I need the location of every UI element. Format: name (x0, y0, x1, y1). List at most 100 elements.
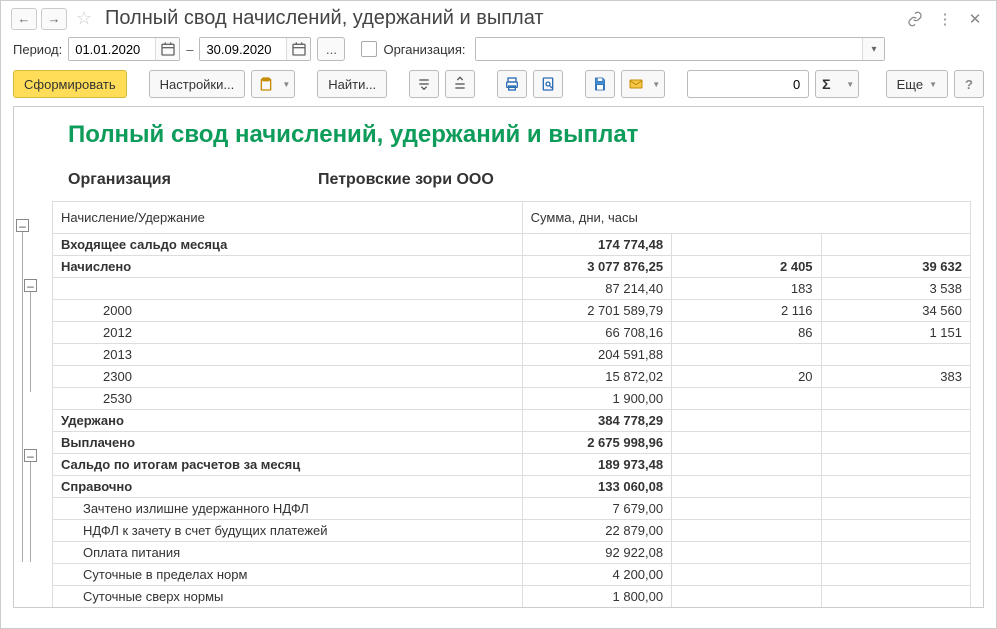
close-icon[interactable]: ✕ (964, 8, 986, 30)
date-from-calendar-button[interactable] (155, 38, 179, 60)
more-button-label: Еще (897, 77, 923, 92)
table-row[interactable]: 25301 900,00 (53, 388, 971, 410)
date-from-input[interactable] (69, 38, 155, 60)
row-value-3 (821, 234, 970, 256)
table-row[interactable]: Оплата питания92 922,08 (53, 542, 971, 564)
row-value-1: 4 200,00 (522, 564, 671, 586)
org-filter-checkbox[interactable] (361, 41, 377, 57)
row-value-2 (672, 388, 821, 410)
org-select-input[interactable] (476, 38, 862, 60)
period-picker-button[interactable]: ... (317, 37, 345, 61)
row-label: Справочно (53, 476, 523, 498)
column-header-name: Начисление/Удержание (53, 202, 523, 234)
row-value-3: 1 151 (821, 322, 970, 344)
row-value-2 (672, 410, 821, 432)
row-label: Выплачено (53, 432, 523, 454)
row-value-1: 2 675 998,96 (522, 432, 671, 454)
settings-button[interactable]: Настройки... (149, 70, 246, 98)
row-label: Зачтено излишне удержанного НДФЛ (53, 498, 523, 520)
print-button[interactable] (497, 70, 527, 98)
generate-button[interactable]: Сформировать (13, 70, 127, 98)
row-value-2 (672, 344, 821, 366)
row-label: 2000 (53, 300, 523, 322)
date-to-input-wrap (199, 37, 311, 61)
table-row[interactable]: Зачтено излишне удержанного НДФЛ7 679,00 (53, 498, 971, 520)
nav-forward-button[interactable]: → (41, 8, 67, 30)
column-header-sum: Сумма, дни, часы (522, 202, 970, 234)
row-value-3: 383 (821, 366, 970, 388)
table-row[interactable]: Суточные сверх нормы1 800,00 (53, 586, 971, 608)
row-value-2 (672, 234, 821, 256)
number-input[interactable] (688, 77, 808, 92)
row-value-2: 2 116 (672, 300, 821, 322)
row-value-1: 384 778,29 (522, 410, 671, 432)
paste-icon (258, 76, 274, 92)
org-select-dropdown-button[interactable]: ▾ (862, 38, 884, 60)
more-menu-icon[interactable]: ⋮ (934, 8, 956, 30)
favorite-star-icon[interactable]: ☆ (71, 8, 97, 30)
row-value-3 (821, 564, 970, 586)
collapse-toggle[interactable]: – (24, 279, 37, 292)
table-row[interactable]: Суточные в пределах норм4 200,00 (53, 564, 971, 586)
row-label: Суточные в пределах норм (53, 564, 523, 586)
sigma-icon: Σ (822, 76, 830, 92)
table-row[interactable]: 2013204 591,88 (53, 344, 971, 366)
table-row[interactable]: Справочно133 060,08 (53, 476, 971, 498)
table-row[interactable]: Входящее сальдо месяца174 774,48 (53, 234, 971, 256)
more-button[interactable]: Еще ▼ (886, 70, 948, 98)
row-value-3 (821, 432, 970, 454)
row-label: 2300 (53, 366, 523, 388)
row-value-2: 2 405 (672, 256, 821, 278)
report-area: Полный свод начислений, удержаний и выпл… (13, 106, 984, 608)
collapse-toggle[interactable]: – (24, 449, 37, 462)
row-value-3 (821, 388, 970, 410)
link-icon[interactable] (904, 8, 926, 30)
print-icon (504, 76, 520, 92)
row-value-2: 86 (672, 322, 821, 344)
table-row[interactable]: 87 214,401833 538 (53, 278, 971, 300)
page-title: Полный свод начислений, удержаний и выпл… (101, 7, 900, 30)
expand-rows-button[interactable] (409, 70, 439, 98)
row-value-3 (821, 454, 970, 476)
table-row[interactable]: Выплачено2 675 998,96 (53, 432, 971, 454)
row-value-1: 87 214,40 (522, 278, 671, 300)
row-value-1: 7 679,00 (522, 498, 671, 520)
org-label: Организация: (383, 42, 465, 57)
preview-icon (540, 76, 556, 92)
collapse-rows-button[interactable] (445, 70, 475, 98)
table-row[interactable]: Сальдо по итогам расчетов за месяц189 97… (53, 454, 971, 476)
report-scroll[interactable]: Полный свод начислений, удержаний и выпл… (14, 107, 983, 607)
row-value-3 (821, 476, 970, 498)
email-button[interactable]: ▼ (621, 70, 665, 98)
help-button[interactable]: ? (954, 70, 984, 98)
sum-button[interactable]: Σ ▼ (815, 70, 859, 98)
table-row[interactable]: 230015 872,0220383 (53, 366, 971, 388)
table-row[interactable]: НДФЛ к зачету в счет будущих платежей22 … (53, 520, 971, 542)
row-value-1: 22 879,00 (522, 520, 671, 542)
table-row[interactable]: 20002 701 589,792 11634 560 (53, 300, 971, 322)
date-to-calendar-button[interactable] (286, 38, 310, 60)
preview-button[interactable] (533, 70, 563, 98)
collapse-toggle[interactable]: – (16, 219, 29, 232)
help-icon: ? (965, 77, 973, 92)
find-button[interactable]: Найти... (317, 70, 387, 98)
save-settings-button[interactable]: ▼ (251, 70, 295, 98)
date-to-input[interactable] (200, 38, 286, 60)
save-button[interactable] (585, 70, 615, 98)
org-section-value: Петровские зори ООО (318, 171, 494, 189)
row-value-3 (821, 410, 970, 432)
row-value-3 (821, 586, 970, 608)
chevron-down-icon: ▼ (282, 80, 290, 89)
row-value-1: 189 973,48 (522, 454, 671, 476)
table-row[interactable]: Начислено3 077 876,252 40539 632 (53, 256, 971, 278)
chevron-down-icon: ▼ (652, 80, 660, 89)
row-label: Удержано (53, 410, 523, 432)
number-input-wrap (687, 70, 809, 98)
row-value-1: 92 922,08 (522, 542, 671, 564)
table-row[interactable]: Удержано384 778,29 (53, 410, 971, 432)
nav-back-button[interactable]: ← (11, 8, 37, 30)
row-label: 2012 (53, 322, 523, 344)
row-value-2 (672, 454, 821, 476)
save-icon (592, 76, 608, 92)
table-row[interactable]: 201266 708,16861 151 (53, 322, 971, 344)
